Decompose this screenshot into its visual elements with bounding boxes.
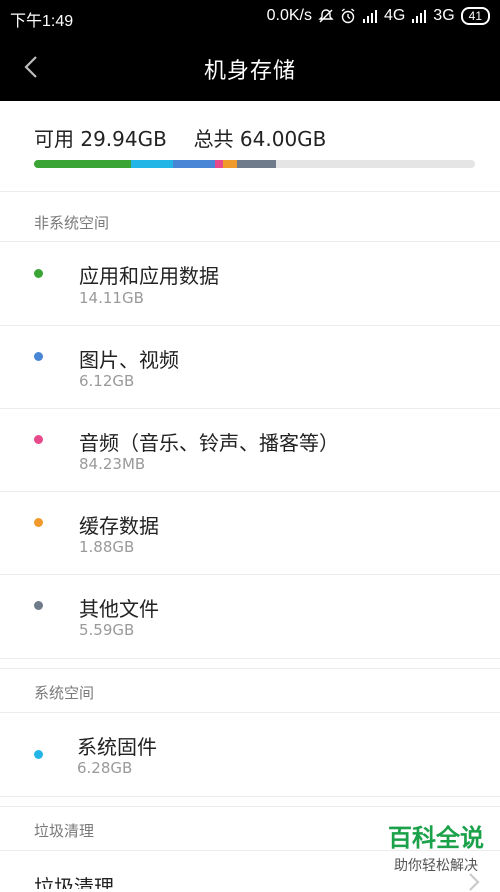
usage-segment-other xyxy=(237,160,276,168)
list-item-size: 14.11GB xyxy=(79,289,144,307)
signal-3g-icon xyxy=(412,10,427,23)
signal-4g-label: 4G xyxy=(383,7,406,24)
total-value: 64.00GB xyxy=(239,127,327,151)
list-item-size: 1.88GB xyxy=(79,538,135,556)
divider xyxy=(0,658,500,659)
usage-segment-system xyxy=(131,160,173,168)
signal-4g-icon xyxy=(362,10,377,23)
storage-summary: 可用 29.94GB 总共 64.00GB xyxy=(0,101,500,191)
apps-color-dot xyxy=(34,269,43,278)
list-item-title: 应用和应用数据 xyxy=(79,264,219,288)
list-item-title: 缓存数据 xyxy=(79,514,159,538)
list-item-title: 其他文件 xyxy=(79,597,159,621)
list-item-size: 6.12GB xyxy=(79,372,135,390)
total-label: 总共 xyxy=(193,127,234,151)
network-speed: 0.0K/s xyxy=(266,7,312,24)
mute-bell-icon xyxy=(318,9,334,23)
available-label: 可用 xyxy=(34,127,74,151)
usage-segment-cache xyxy=(223,160,237,168)
cache-color-dot xyxy=(34,518,43,527)
section-header-non-system: 非系统空间 xyxy=(34,214,110,232)
list-item-title: 系统固件 xyxy=(77,735,157,759)
battery-level: 41 xyxy=(468,9,482,23)
list-item-size: 5.59GB xyxy=(79,621,135,639)
usage-segment-audio xyxy=(215,160,223,168)
list-item-title: 垃圾清理 xyxy=(34,875,114,889)
list-item-cache[interactable]: 缓存数据 1.88GB xyxy=(0,492,500,575)
alarm-icon xyxy=(341,8,355,24)
list-item-size: 84.23MB xyxy=(79,455,146,473)
divider xyxy=(0,668,500,669)
divider xyxy=(0,796,500,797)
watermark-subtitle: 助你轻松解决 xyxy=(394,858,478,874)
divider xyxy=(0,191,500,192)
battery-icon: 41 xyxy=(460,7,490,25)
system-color-dot xyxy=(34,750,43,759)
list-item-title: 图片、视频 xyxy=(79,348,179,372)
available-value: 29.94GB xyxy=(80,127,167,151)
section-header-junk: 垃圾清理 xyxy=(34,822,95,840)
divider xyxy=(0,806,500,807)
list-item-system-firmware[interactable]: 系统固件 6.28GB xyxy=(0,713,500,796)
list-item-size: 6.28GB xyxy=(77,759,133,777)
status-icons: 0.0K/s 4G 3G 41 xyxy=(267,7,490,25)
watermark: 百科全说 助你轻松解决 xyxy=(388,818,484,875)
status-bar: 下午1:49 0.0K/s 4G 3G 41 xyxy=(0,0,500,33)
audio-color-dot xyxy=(34,435,43,444)
list-item-title: 音频（音乐、铃声、播客等） xyxy=(79,431,339,455)
storage-usage-bar xyxy=(34,160,475,168)
watermark-title: 百科全说 xyxy=(388,824,484,852)
chevron-right-icon xyxy=(469,873,480,891)
title-bar: 机身存储 xyxy=(0,33,500,101)
list-item-audio[interactable]: 音频（音乐、铃声、播客等） 84.23MB xyxy=(0,409,500,492)
status-time: 下午1:49 xyxy=(10,13,74,30)
list-item-images[interactable]: 图片、视频 6.12GB xyxy=(0,326,500,409)
images-color-dot xyxy=(34,352,43,361)
section-header-system: 系统空间 xyxy=(34,684,95,702)
usage-segment-images xyxy=(173,160,215,168)
signal-3g-label: 3G xyxy=(433,7,455,24)
other-color-dot xyxy=(34,601,43,610)
list-item-apps[interactable]: 应用和应用数据 14.11GB xyxy=(0,242,500,325)
usage-segment-apps xyxy=(34,160,131,168)
page-title: 机身存储 xyxy=(203,59,296,84)
list-item-other[interactable]: 其他文件 5.59GB xyxy=(0,575,500,658)
storage-summary-text: 可用 29.94GB 总共 64.00GB xyxy=(34,123,326,152)
